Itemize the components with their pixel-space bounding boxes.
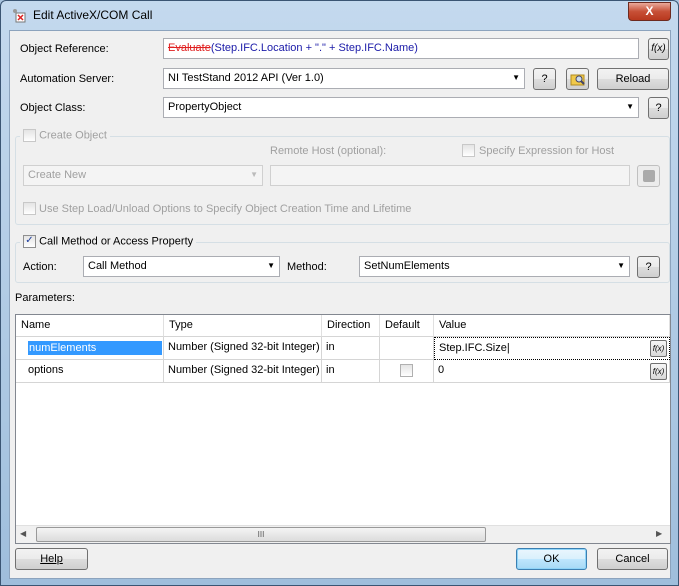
automation-server-dropdown[interactable]: NI TestStand 2012 API (Ver 1.0) ▼ [163, 68, 525, 89]
method-value: SetNumElements [364, 260, 450, 272]
activex-call-icon [13, 9, 26, 23]
close-button[interactable]: X [628, 2, 671, 21]
browse-server-button[interactable] [566, 68, 589, 90]
scroll-left-icon[interactable]: ◀ [20, 529, 26, 538]
param-name: numElements [28, 341, 162, 355]
expression-browse-button[interactable]: f(x) [648, 38, 669, 60]
object-class-label: Object Class: [20, 102, 86, 114]
specify-expression-label: Specify Expression for Host [479, 145, 615, 157]
param-direction: in [322, 337, 380, 360]
method-help-button[interactable]: ? [637, 256, 660, 278]
create-mode-value: Create New [28, 169, 87, 181]
chevron-down-icon: ▼ [267, 261, 275, 270]
fx-button[interactable]: f(x) [650, 363, 667, 380]
chevron-down-icon: ▼ [512, 73, 520, 82]
automation-server-value: NI TestStand 2012 API (Ver 1.0) [168, 72, 324, 84]
computer-icon [642, 170, 655, 182]
browse-host-button[interactable] [637, 165, 660, 187]
action-value: Call Method [88, 260, 147, 272]
call-method-label: Call Method or Access Property [39, 235, 194, 248]
param-default [380, 337, 434, 360]
chevron-down-icon: ▼ [250, 170, 258, 179]
folder-search-icon [570, 74, 585, 86]
help-button[interactable]: Help [15, 548, 88, 570]
expression-text: (Step.IFC.Location + "." + Step.IFC.Name… [210, 42, 418, 54]
method-dropdown[interactable]: SetNumElements ▼ [359, 256, 630, 277]
param-name[interactable]: options [16, 360, 164, 383]
action-dropdown[interactable]: Call Method ▼ [83, 256, 280, 277]
specify-expression-checkbox[interactable] [462, 144, 475, 157]
remote-host-label: Remote Host (optional): [270, 145, 387, 157]
param-value[interactable]: 0 [434, 360, 670, 383]
cancel-button[interactable]: Cancel [597, 548, 668, 570]
call-method-header: ✓ Call Method or Access Property [20, 235, 197, 249]
automation-server-label: Automation Server: [20, 73, 115, 85]
method-label: Method: [287, 261, 327, 273]
scroll-grip: III [257, 530, 265, 539]
object-reference-input[interactable]: Evaluate(Step.IFC.Location + "." + Step.… [163, 38, 639, 59]
param-default-checkbox[interactable] [400, 364, 413, 377]
column-header-value[interactable]: Value [434, 315, 670, 337]
remote-host-input[interactable] [270, 165, 630, 186]
scroll-thumb[interactable]: III [36, 527, 486, 542]
parameters-label: Parameters: [15, 292, 75, 304]
param-value: Step.IFC.Size [439, 342, 507, 354]
use-step-load-label: Use Step Load/Unload Options to Specify … [39, 203, 412, 215]
param-name-cell[interactable]: numElements [16, 337, 164, 360]
automation-server-help-button[interactable]: ? [533, 68, 556, 90]
help-label: Help [40, 553, 63, 565]
parameters-table: Name Type Direction Default Value numEle… [15, 314, 671, 544]
use-step-load-checkbox[interactable] [23, 202, 36, 215]
ok-button[interactable]: OK [516, 548, 587, 570]
horizontal-scrollbar[interactable]: ◀ III ▶ [16, 525, 670, 543]
create-object-checkbox[interactable] [23, 129, 36, 142]
column-header-default[interactable]: Default [380, 315, 434, 337]
chevron-down-icon: ▼ [626, 102, 634, 111]
column-header-type[interactable]: Type [164, 315, 322, 337]
param-default-cell [380, 360, 434, 383]
column-header-name[interactable]: Name [16, 315, 164, 337]
evaluate-keyword: Evaluate [168, 42, 211, 54]
window-title: Edit ActiveX/COM Call [33, 8, 153, 22]
create-object-label: Create Object [39, 129, 107, 142]
create-mode-dropdown[interactable]: Create New ▼ [23, 165, 263, 186]
object-class-help-button[interactable]: ? [648, 97, 669, 119]
object-class-dropdown[interactable]: PropertyObject ▼ [163, 97, 639, 118]
param-type: Number (Signed 32-bit Integer) [164, 360, 322, 383]
action-label: Action: [23, 261, 57, 273]
object-class-value: PropertyObject [168, 101, 242, 113]
object-reference-label: Object Reference: [20, 43, 109, 55]
param-type: Number (Signed 32-bit Integer) [164, 337, 322, 360]
param-direction: in [322, 360, 380, 383]
create-object-header: Create Object [20, 129, 110, 143]
param-value-input[interactable]: Step.IFC.Size| [434, 337, 670, 360]
reload-button[interactable]: Reload [597, 68, 669, 90]
scroll-right-icon[interactable]: ▶ [656, 529, 662, 538]
call-method-checkbox[interactable]: ✓ [23, 235, 36, 248]
column-header-direction[interactable]: Direction [322, 315, 380, 337]
fx-button[interactable]: f(x) [650, 340, 667, 357]
chevron-down-icon: ▼ [617, 261, 625, 270]
